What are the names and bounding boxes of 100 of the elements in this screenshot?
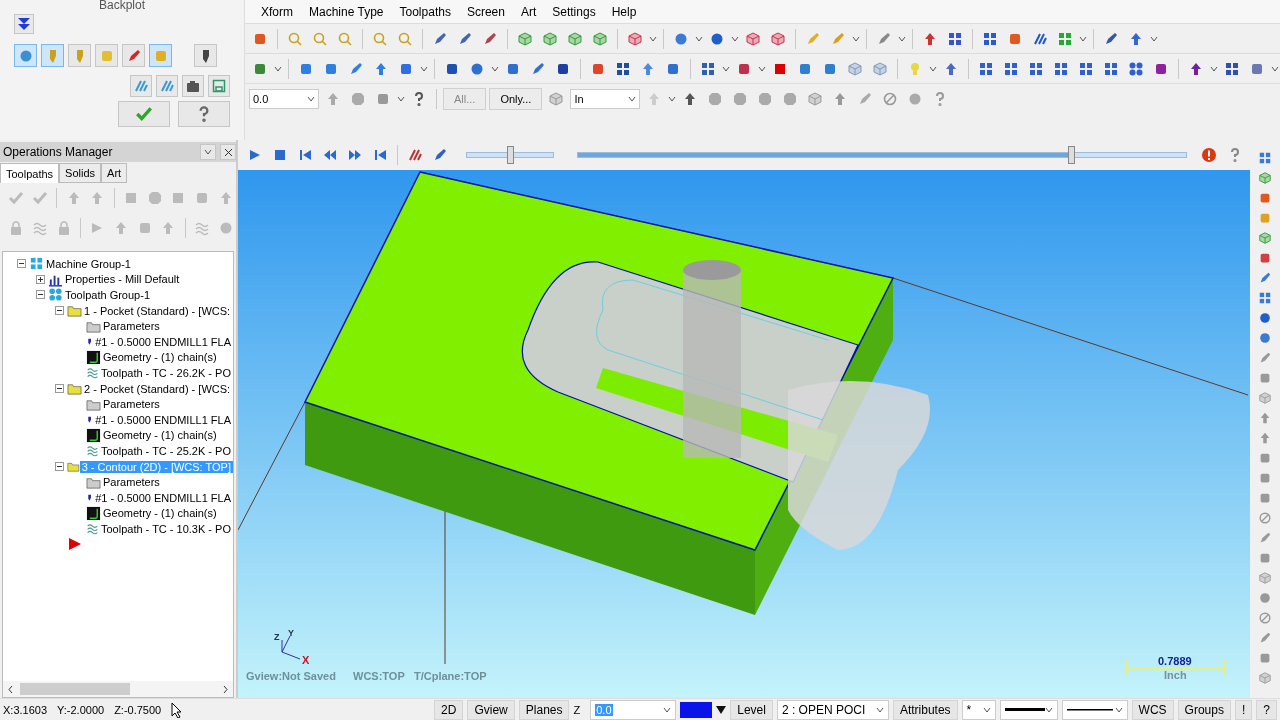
cube-icon[interactable] (847, 60, 863, 77)
tree-item[interactable]: Toolpath Group-1 (63, 289, 152, 301)
grid-icon[interactable] (1053, 60, 1069, 77)
pencil-icon[interactable] (1258, 270, 1272, 285)
cube-icon[interactable] (1258, 230, 1272, 245)
scroll-right-icon[interactable] (222, 684, 229, 694)
pencil-icon[interactable] (348, 60, 364, 77)
3d-viewport[interactable]: Z Y X Gview:Not Saved WCS:TOP T/Cplane:TOP 0.7889 Inch (238, 170, 1250, 698)
menu-item[interactable]: Help (603, 4, 645, 19)
tree-item[interactable]: Properties - Mill Default (63, 273, 182, 286)
step-back-icon[interactable] (322, 147, 338, 163)
tree-item[interactable]: Geometry - (1) chain(s) (101, 351, 219, 364)
slider-thumb[interactable] (1068, 146, 1076, 164)
tab[interactable]: Toolpaths (0, 163, 60, 183)
tree-item[interactable]: Toolpath - TC - 10.3K - PO (98, 522, 233, 535)
level-button[interactable]: Level (730, 699, 773, 720)
tree-item[interactable]: Geometry - (1) chain(s) (101, 507, 219, 520)
menu-item[interactable]: Xform (253, 4, 301, 19)
check-icon[interactable] (32, 190, 49, 206)
cube-icon[interactable] (807, 90, 824, 107)
tree-item[interactable]: Toolpath - TC - 26.2K - PO (98, 366, 233, 379)
tree-item[interactable]: #1 - 0.5000 ENDMILL1 FLA (93, 491, 233, 504)
grid-icon[interactable] (978, 60, 994, 77)
grid-icon[interactable] (982, 30, 998, 47)
grid-icon[interactable] (1078, 60, 1094, 77)
octagon-icon[interactable] (757, 90, 774, 107)
expand-icon[interactable] (36, 274, 45, 284)
status-button[interactable]: ! (1234, 699, 1253, 720)
stop-icon[interactable] (272, 147, 288, 163)
zoom-icon[interactable] (397, 30, 413, 47)
zoom-icon[interactable] (372, 30, 388, 47)
octagon-icon[interactable] (732, 90, 749, 107)
menu-item[interactable]: Toolpaths (391, 4, 459, 19)
fast-forward-icon[interactable] (347, 147, 363, 163)
pencil-icon[interactable] (876, 30, 892, 47)
menu-item[interactable]: Settings (544, 4, 604, 19)
cube-icon[interactable] (745, 30, 761, 47)
mode-dropdown[interactable]: In (570, 88, 641, 109)
check-icon[interactable] (135, 105, 153, 123)
grid-icon[interactable] (700, 60, 716, 77)
pencil-icon[interactable] (1103, 30, 1119, 47)
scroll-left-icon[interactable] (7, 684, 14, 694)
dots-grid-icon[interactable] (1128, 60, 1144, 77)
sphere-icon[interactable] (1258, 310, 1272, 325)
hatch-icon[interactable] (159, 78, 175, 94)
grid-icon[interactable] (615, 60, 631, 77)
slider-thumb[interactable] (507, 146, 514, 164)
grid-icon[interactable] (947, 30, 963, 47)
horizontal-scrollbar[interactable] (3, 681, 233, 697)
cube-icon[interactable] (872, 60, 888, 77)
depth-field[interactable]: 0.0 (249, 88, 319, 109)
grid-icon[interactable] (1028, 60, 1044, 77)
tree-item[interactable]: Geometry - (1) chain(s) (101, 429, 219, 442)
no-entry-icon[interactable] (1258, 510, 1272, 525)
pencil-icon[interactable] (482, 30, 498, 47)
line-width-dropdown[interactable] (999, 699, 1058, 720)
collapse-icon[interactable] (55, 462, 64, 471)
menu-item[interactable]: Machine Type (301, 4, 392, 19)
tree-item[interactable]: #1 - 0.5000 ENDMILL1 FLA (93, 335, 233, 348)
color-swatch-icon[interactable] (680, 701, 713, 718)
cube-icon[interactable] (542, 30, 558, 47)
hatch-icon[interactable] (133, 78, 149, 94)
attributes-button[interactable]: Attributes (892, 699, 958, 720)
status-button[interactable]: Groups (1177, 699, 1231, 720)
octagon-icon[interactable] (350, 90, 366, 107)
rewind-icon[interactable] (372, 147, 388, 163)
cube-icon[interactable] (1258, 670, 1272, 685)
cube-icon[interactable] (1258, 170, 1272, 185)
zoom-icon[interactable] (337, 30, 353, 47)
save-icon[interactable] (211, 78, 227, 94)
collapse-icon[interactable] (55, 384, 64, 394)
tree-item[interactable]: Machine Group-1 (44, 257, 133, 270)
warning-icon[interactable] (1201, 147, 1217, 163)
cube-icon[interactable] (592, 30, 608, 47)
cube-icon[interactable] (770, 30, 786, 47)
dropdown-caret-icon[interactable] (1044, 706, 1053, 713)
grid-icon[interactable] (1258, 150, 1272, 165)
cube-icon[interactable] (1258, 570, 1272, 585)
zoom-icon[interactable] (312, 30, 328, 47)
no-entry-icon[interactable] (1258, 610, 1272, 625)
octagon-icon[interactable] (707, 90, 724, 107)
level-dropdown[interactable]: 2 : OPEN POCI (776, 699, 889, 720)
status-button[interactable]: Planes (518, 699, 570, 720)
close-icon[interactable] (223, 147, 233, 157)
zoom-icon[interactable] (287, 30, 303, 47)
hatch-icon[interactable] (407, 147, 423, 163)
cube-icon[interactable] (517, 30, 533, 47)
status-button[interactable]: Gview (467, 699, 515, 720)
status-button[interactable]: ? (1256, 699, 1277, 720)
tab[interactable]: Solids (59, 163, 102, 183)
tree-item[interactable]: 2 - Pocket (Standard) - [WCS: (82, 382, 233, 395)
double-chevron-icon[interactable] (16, 16, 32, 32)
rewind-icon[interactable] (297, 147, 313, 163)
only-button[interactable]: Only... (489, 87, 543, 110)
cube-icon[interactable] (1258, 390, 1272, 405)
menu-item[interactable]: Screen (458, 4, 513, 19)
sphere-icon[interactable] (1258, 330, 1272, 345)
menu-item[interactable]: Art (512, 4, 545, 19)
grid-icon[interactable] (1224, 60, 1240, 77)
tree-item[interactable]: Toolpath - TC - 25.2K - PO (98, 444, 233, 457)
